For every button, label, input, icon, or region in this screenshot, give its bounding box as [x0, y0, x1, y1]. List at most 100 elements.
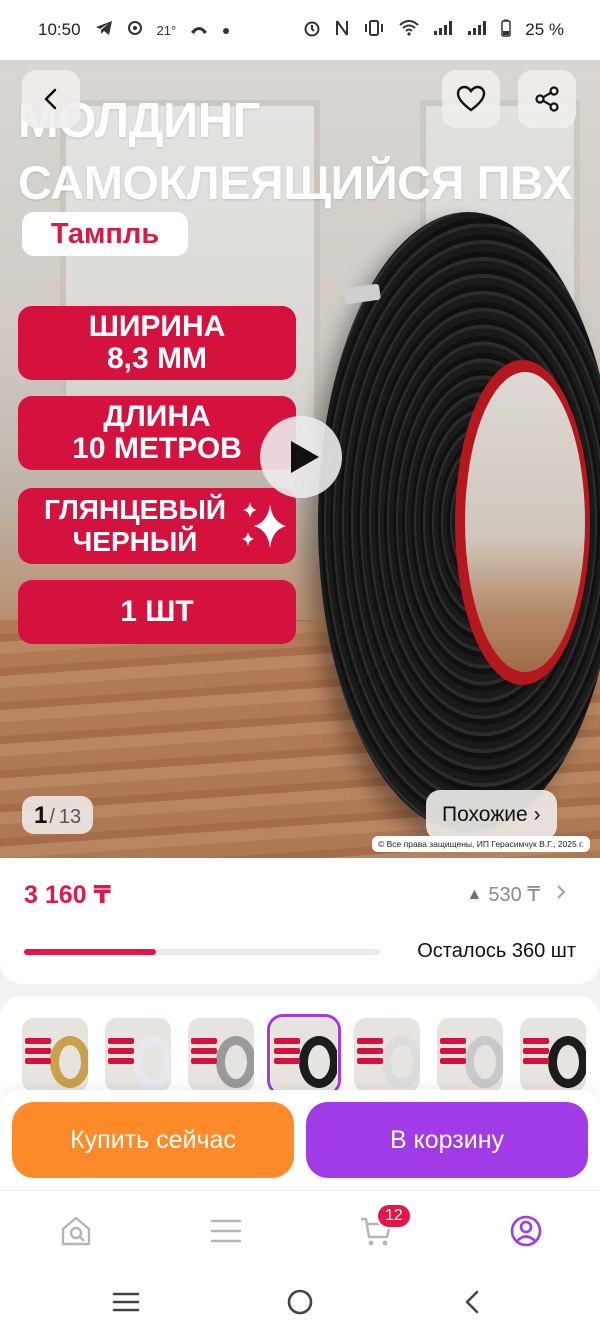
nav-home[interactable] — [56, 1211, 96, 1251]
variant-thumbnail-tag — [523, 1058, 549, 1064]
variant-thumbnail[interactable] — [520, 1018, 586, 1092]
image-counter-total: 13 — [58, 806, 82, 828]
home-circle-icon — [287, 1289, 313, 1315]
variant-thumbnail-tag — [108, 1048, 134, 1054]
variant-thumbnail-tag — [274, 1038, 300, 1044]
feature-line: 8,3 ММ — [106, 342, 208, 375]
copyright-notice: © Все права защищены, ИП Герасимчук В.Г.… — [372, 836, 590, 852]
variant-thumbnail-tag — [191, 1048, 217, 1054]
price-card: 3 160 ₸ ▲ 530 ₸ Осталось 360 шт — [0, 858, 600, 984]
battery-percent: 25 % — [525, 20, 564, 39]
status-time: 10:50 — [38, 20, 81, 39]
variant-thumbnail-tag — [440, 1048, 466, 1054]
system-navigation — [0, 1272, 600, 1332]
variant-thumbnail[interactable] — [22, 1018, 88, 1092]
variant-thumbnail-tag — [274, 1048, 300, 1054]
back-button[interactable] — [22, 70, 80, 128]
variant-roll-image — [465, 1036, 503, 1088]
variant-roll-image — [50, 1036, 88, 1088]
status-right: 25 % — [303, 19, 564, 42]
wifi-icon — [399, 19, 419, 41]
telegram-icon — [95, 20, 113, 40]
missed-call-icon — [190, 22, 208, 39]
variant-roll-image — [216, 1036, 254, 1088]
variant-thumbnail[interactable] — [267, 1014, 341, 1096]
nav-catalog[interactable] — [206, 1211, 246, 1251]
feature-line: ЧЕРНЫЙ — [72, 526, 198, 557]
variant-roll-image — [548, 1036, 586, 1088]
variant-thumbnail-tag — [25, 1038, 51, 1044]
variant-thumbnail-tag — [191, 1038, 217, 1044]
status-bar: 10:50 21° 25 % — [0, 0, 600, 60]
image-counter: 1 / 13 — [22, 796, 94, 834]
feature-badge-finish: ГЛЯНЦЕВЫЙ ЧЕРНЫЙ — [18, 488, 296, 564]
threads-icon — [127, 20, 143, 40]
variant-thumbnail-tag — [523, 1048, 549, 1054]
feature-line: ДЛИНА — [103, 400, 211, 433]
play-icon — [290, 441, 319, 473]
battery-icon — [501, 19, 511, 42]
bonus-value: 530 ₸ — [488, 884, 540, 906]
triangle-up-icon: ▲ — [466, 885, 483, 903]
notification-dot-icon — [222, 22, 230, 39]
stock-progress-fill — [24, 949, 156, 955]
sparkle-icon — [242, 502, 286, 548]
signal-icon-2 — [467, 20, 487, 41]
nav-profile[interactable] — [506, 1211, 546, 1251]
variant-roll-image — [299, 1036, 337, 1088]
system-back-button[interactable] — [456, 1286, 488, 1318]
variant-thumbnail[interactable] — [188, 1018, 254, 1092]
image-counter-separator: / — [49, 806, 55, 828]
variant-thumbnail-tag — [523, 1038, 549, 1044]
variant-thumbnail-tag — [25, 1048, 51, 1054]
variant-thumbnail-tag — [108, 1058, 134, 1064]
profile-icon — [510, 1215, 542, 1247]
menu-icon — [210, 1219, 242, 1243]
recent-apps-icon — [112, 1292, 140, 1312]
signal-icon-1 — [433, 20, 453, 41]
nfc-icon — [335, 19, 349, 42]
recent-apps-button[interactable] — [110, 1286, 142, 1318]
home-button[interactable] — [284, 1286, 316, 1318]
variant-thumbnail[interactable] — [437, 1018, 503, 1092]
buy-now-button[interactable]: Купить сейчас — [12, 1102, 294, 1178]
variant-thumbnail[interactable] — [354, 1018, 420, 1092]
share-button[interactable] — [518, 70, 576, 128]
variant-thumbnail-tag — [357, 1048, 383, 1054]
similar-products-button[interactable]: Похожие › — [426, 790, 557, 840]
feature-line: 10 МЕТРОВ — [72, 432, 242, 465]
temperature-text: 21° — [156, 22, 177, 38]
title-line: САМОКЛЕЯЩИЙСЯ ПВХ — [18, 156, 573, 209]
play-video-button[interactable] — [260, 416, 342, 498]
variant-thumbnail[interactable] — [105, 1018, 171, 1092]
image-counter-current: 1 — [34, 802, 48, 829]
variant-list — [22, 1014, 586, 1096]
variant-thumbnail-tag — [440, 1058, 466, 1064]
feature-line: ГЛЯНЦЕВЫЙ — [43, 494, 227, 525]
variant-thumbnail-tag — [108, 1038, 134, 1044]
brand-label: Тампль — [22, 212, 188, 256]
chevron-left-icon — [44, 88, 57, 110]
variant-roll-image — [382, 1036, 420, 1088]
feature-line: 1 ШТ — [120, 595, 194, 628]
vibrate-icon — [363, 19, 385, 41]
status-left: 10:50 21° — [38, 20, 230, 40]
product-image-gallery[interactable]: МОЛДИНГ САМОКЛЕЯЩИЙСЯ ПВХ Тампль ШИРИНА … — [0, 60, 600, 858]
feature-line: ШИРИНА — [88, 310, 226, 343]
stock-remaining: Осталось 360 шт — [417, 940, 576, 962]
tape-roll-hole — [465, 372, 585, 672]
alarm-icon — [303, 19, 321, 42]
share-icon — [535, 86, 559, 112]
variant-thumbnail-tag — [357, 1038, 383, 1044]
add-to-cart-button[interactable]: В корзину — [306, 1102, 588, 1178]
chevron-right-icon — [556, 883, 566, 906]
title-line: МОЛДИНГ — [18, 94, 260, 148]
variant-thumbnail-tag — [25, 1058, 51, 1064]
home-search-icon — [61, 1216, 91, 1246]
nav-cart[interactable]: 12 — [356, 1203, 412, 1251]
favorite-button[interactable] — [442, 70, 500, 128]
stock-progress-bar — [24, 949, 380, 955]
bonus-points[interactable]: ▲ 530 ₸ — [467, 882, 567, 907]
back-chevron-icon — [465, 1290, 479, 1314]
feature-badge-length: ДЛИНА 10 МЕТРОВ — [18, 396, 296, 470]
